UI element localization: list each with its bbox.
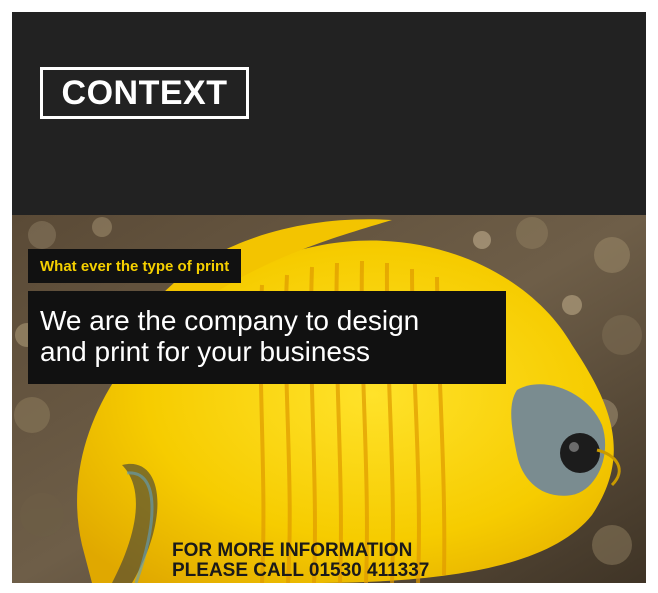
tagline-banner: What ever the type of print (28, 249, 242, 283)
tagline-text: What ever the type of print (40, 257, 230, 275)
headline-line-1: We are the company to design (40, 305, 420, 336)
cta-line-2: PLEASE CALL 01530 411337 (172, 560, 430, 581)
logo: CONTEXT (40, 67, 249, 119)
headline-line-2: and print for your business (40, 336, 370, 367)
header-band: CONTEXT (12, 12, 646, 215)
advertisement: CONTEXT What ever the type of print We a… (12, 12, 646, 583)
headline-banner: We are the company to design and print f… (28, 291, 506, 384)
call-to-action: FOR MORE INFORMATION PLEASE CALL 01530 4… (172, 541, 429, 581)
logo-text: CONTEXT (61, 74, 228, 112)
cta-line-1: FOR MORE INFORMATION (172, 540, 413, 561)
